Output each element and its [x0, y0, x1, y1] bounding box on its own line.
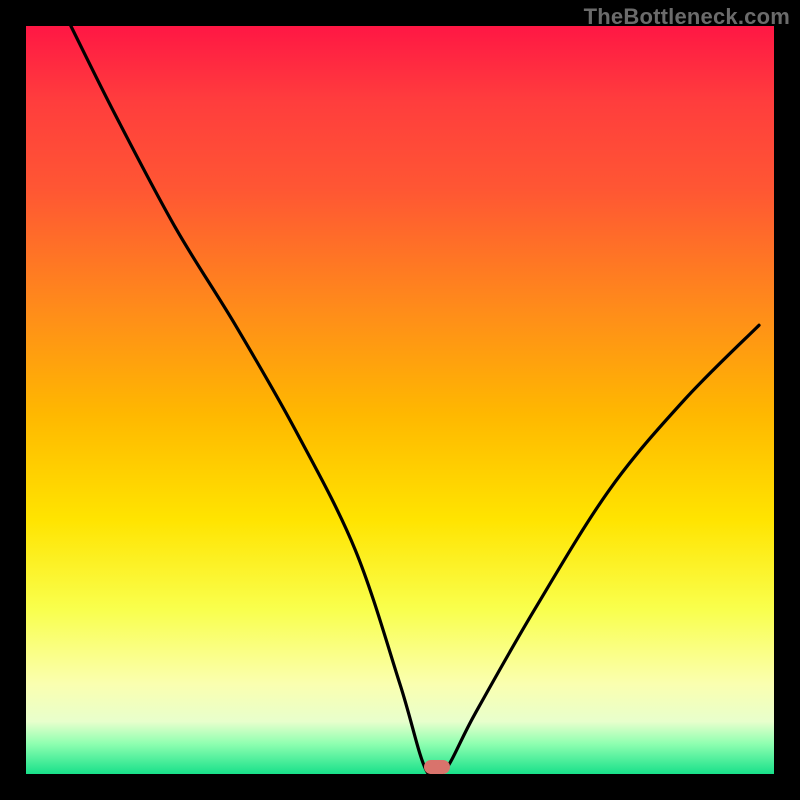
bottleneck-curve	[26, 26, 774, 774]
watermark-text: TheBottleneck.com	[584, 4, 790, 30]
plot-area	[26, 26, 774, 774]
chart-container: TheBottleneck.com	[0, 0, 800, 800]
optimal-marker	[424, 760, 450, 774]
